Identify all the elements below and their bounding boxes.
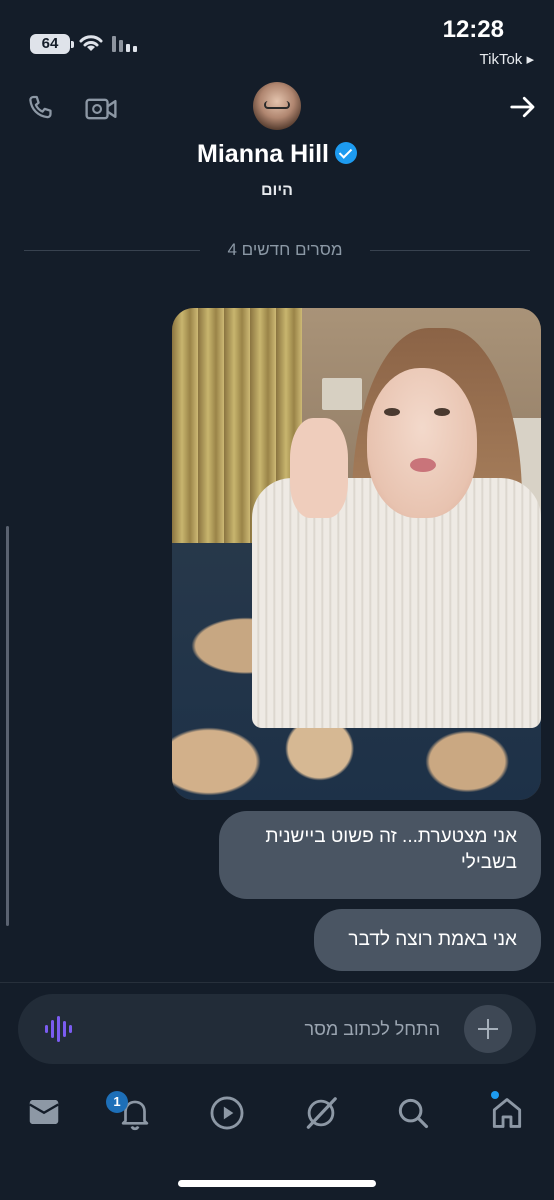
photo-sweater [252, 478, 541, 728]
plus-icon [487, 1019, 489, 1039]
day-separator-label: היום [261, 182, 293, 199]
verified-badge-icon [334, 142, 357, 165]
arrow-right-icon[interactable] [508, 92, 538, 122]
home-icon [492, 1098, 522, 1128]
photo-hand [290, 418, 348, 518]
contact-name-row[interactable]: Mianna Hill [0, 140, 554, 169]
avatar-glasses [264, 101, 290, 109]
notification-badge: 1 [106, 1091, 128, 1113]
new-messages-divider: 4 מסרים חדשים [24, 238, 530, 262]
photo-eye [434, 408, 450, 416]
composer-separator [0, 982, 554, 983]
scrollbar[interactable] [6, 526, 9, 926]
message-composer [18, 994, 536, 1064]
search-icon [398, 1098, 429, 1129]
nav-home[interactable] [488, 1094, 528, 1134]
home-indicator[interactable] [178, 1180, 376, 1187]
message-bubble[interactable]: אני באמת רוצה לדבר [314, 909, 541, 971]
photo-air-conditioner [322, 378, 362, 410]
photo-message[interactable] [172, 308, 541, 800]
phone-call-icon[interactable] [24, 92, 58, 126]
nav-video[interactable] [208, 1094, 248, 1134]
bottom-navigation: 1 [0, 1080, 554, 1150]
add-attachment-button[interactable] [464, 1005, 512, 1053]
play-icon [210, 1096, 244, 1130]
video-call-icon[interactable] [84, 94, 118, 124]
contact-name: Mianna Hill [197, 140, 329, 168]
message-bubble[interactable]: אני מצטערת... זה פשוט ביישנית בשבילי [219, 811, 541, 899]
photo-lips [410, 458, 436, 472]
photo-eye [384, 408, 400, 416]
conversation-header: Mianna Hill היום [0, 72, 554, 212]
new-messages-text: 4 מסרים חדשים [227, 240, 343, 259]
voice-message-icon[interactable] [44, 1016, 74, 1042]
divider-line [24, 250, 200, 251]
nav-grok[interactable] [302, 1094, 342, 1134]
battery-icon: 64 [30, 34, 74, 54]
avatar[interactable] [253, 82, 301, 130]
nav-messages[interactable] [26, 1094, 66, 1134]
nav-search[interactable] [394, 1094, 434, 1134]
grok-icon [306, 1097, 337, 1129]
mail-icon [29, 1100, 59, 1124]
home-new-dot [491, 1091, 499, 1099]
back-to-app-link[interactable]: TikTok ▸ [480, 50, 534, 68]
status-bar: 64 12:28 TikTok ▸ [0, 0, 554, 72]
clock: 12:28 [442, 16, 504, 43]
divider-line [370, 250, 530, 251]
cellular-signal-icon [112, 36, 137, 52]
message-input[interactable] [98, 1008, 440, 1050]
photo-face [367, 368, 477, 518]
wifi-icon [79, 35, 103, 51]
